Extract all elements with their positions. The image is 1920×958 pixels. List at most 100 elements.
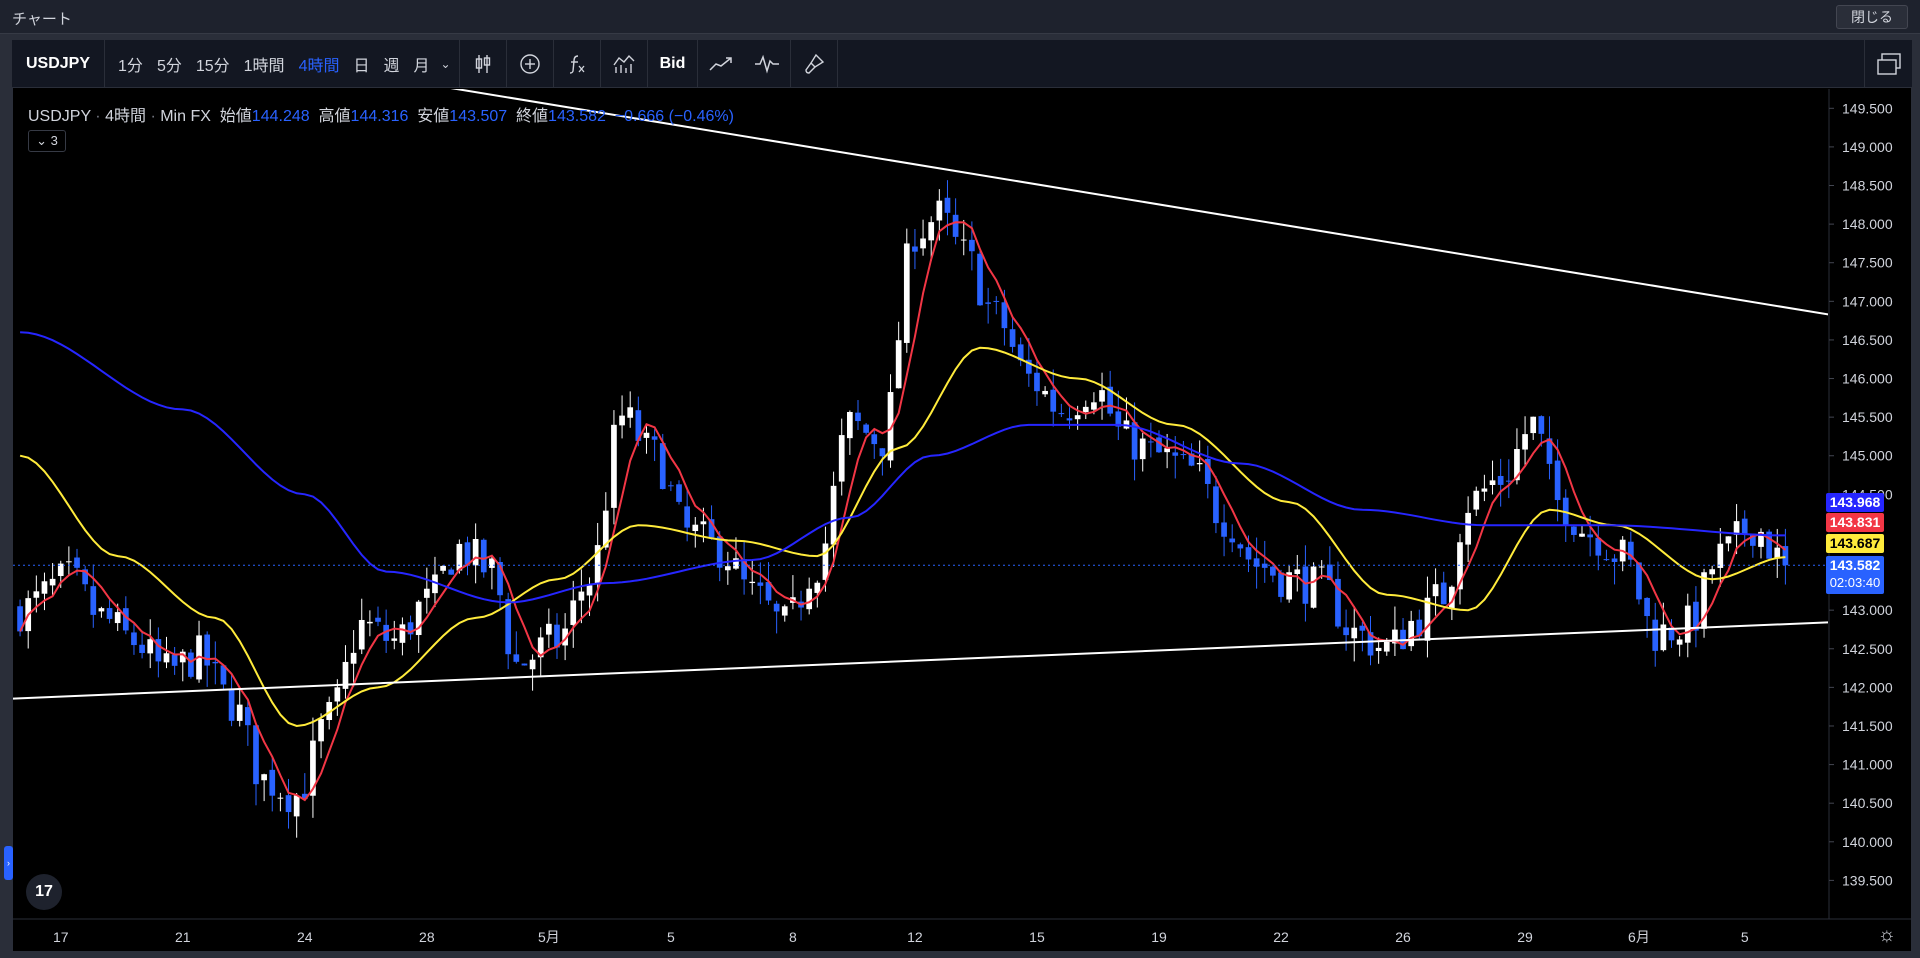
candle-body (1294, 569, 1301, 575)
time-axis-label: 15 (1029, 929, 1045, 945)
time-axis-label: 24 (297, 929, 313, 945)
candle-body (114, 612, 121, 624)
candle-body (1725, 536, 1732, 544)
candle-body (586, 585, 593, 596)
candle-body (1432, 584, 1439, 597)
time-axis-label: 5月 (538, 929, 560, 945)
price-chart[interactable]: 149.500 149.000 148.500 148.000 147.500 147.0… (0, 0, 1920, 958)
time-axis-label: 5 (1741, 929, 1749, 945)
chart-legend: USDJPY · 4時間 · Min FX 始値144.248 高値144.31… (28, 108, 734, 125)
price-tag-yellow-ma: 143.687 (1826, 534, 1884, 553)
candle-body (236, 704, 243, 721)
candle-body (960, 239, 967, 241)
candle-body (944, 197, 951, 213)
candle-body (66, 561, 72, 563)
legend-low-value: 143.507 (449, 108, 508, 125)
candle-body (261, 774, 267, 781)
price-axis-label: 142.500 (1842, 641, 1893, 657)
candle-body (1481, 488, 1488, 492)
candle-body (1571, 526, 1577, 535)
price-axis-label: 143.000 (1842, 602, 1893, 618)
candle-body (1310, 566, 1317, 608)
legend-high-value: 144.316 (350, 108, 409, 125)
candle-body (993, 300, 1000, 302)
candle-body (1034, 372, 1040, 392)
legend-low-label: 安値 (417, 108, 450, 125)
time-axis-label: 8 (789, 929, 797, 945)
settings-gear-icon[interactable]: ☼ (1878, 924, 1896, 947)
price-axis-label: 146.000 (1842, 371, 1893, 387)
candle-body (1302, 566, 1309, 604)
candle-body (334, 687, 341, 702)
candle-body (830, 485, 837, 545)
price-axis-label: 148.500 (1842, 178, 1893, 194)
candle-body (188, 652, 194, 677)
last-price-value: 143.582 (1829, 557, 1881, 573)
candle-body (285, 795, 292, 813)
candle-body (1440, 582, 1447, 605)
candle-body (1058, 413, 1065, 415)
candle-body (806, 588, 813, 610)
candle-body (245, 707, 251, 726)
candle-body (855, 412, 861, 422)
price-axis-label: 142.000 (1842, 679, 1893, 695)
candle-body (448, 569, 455, 575)
price-axis-label: 148.000 (1842, 216, 1893, 232)
candle-body (895, 340, 902, 389)
indicator-count: 3 (50, 133, 58, 148)
drawing-panel-toggle[interactable]: › (4, 846, 13, 880)
legend-close-label: 終値 (516, 108, 549, 125)
price-axis-label: 140.500 (1842, 795, 1893, 811)
candle-body (1587, 534, 1593, 538)
candle-body (269, 769, 276, 796)
candle-body (1196, 463, 1203, 465)
candle-body (212, 661, 219, 664)
candle-body (1408, 620, 1415, 647)
candle-body (1229, 538, 1236, 543)
price-axis-label: 141.000 (1842, 757, 1893, 773)
price-axis-label: 149.500 (1842, 100, 1893, 116)
price-axis-label: 146.500 (1842, 332, 1893, 348)
candle-body (49, 578, 56, 586)
candle-body (1505, 480, 1512, 482)
candle-body (505, 599, 512, 655)
candle-body (936, 200, 943, 221)
candle-body (391, 638, 398, 641)
candle-body (676, 484, 682, 502)
candle-body (472, 539, 479, 566)
legend-interval: 4時間 (105, 108, 146, 125)
candle-body (814, 582, 821, 593)
time-axis-label: 28 (419, 929, 435, 945)
candle-body (41, 581, 48, 594)
candle-body (228, 689, 235, 721)
candle-body (440, 565, 446, 571)
candle-body (570, 600, 577, 625)
candle-body (277, 797, 284, 799)
time-axis-label: 6月 (1628, 929, 1650, 945)
legend-high-label: 高値 (318, 108, 351, 125)
candle-body (358, 619, 365, 650)
candle-body (147, 639, 154, 654)
candle-body (1717, 543, 1724, 568)
candle-body (139, 644, 145, 653)
candle-body (1595, 537, 1602, 556)
time-axis-label: 21 (175, 929, 191, 945)
candle-body (1172, 452, 1179, 456)
price-axis-label: 145.000 (1842, 448, 1893, 464)
candle-body (1530, 416, 1537, 434)
legend-change: −0.666 (−0.46%) (614, 108, 734, 125)
candle-body (1644, 597, 1650, 617)
indicator-toggle-button[interactable]: ⌄ 3 (28, 130, 66, 152)
candle-body (969, 239, 975, 252)
candle-body (920, 238, 926, 249)
candle-body (1261, 563, 1268, 568)
candle-body (1375, 647, 1382, 652)
candle-body (1009, 329, 1016, 347)
candle-body (871, 434, 878, 445)
trendline (13, 621, 1828, 700)
candle-body (489, 558, 495, 568)
candle-body (1318, 566, 1325, 568)
moving-average-mid (19, 346, 1786, 728)
legend-symbol: USDJPY (28, 108, 91, 125)
price-axis-label: 139.500 (1842, 872, 1893, 888)
